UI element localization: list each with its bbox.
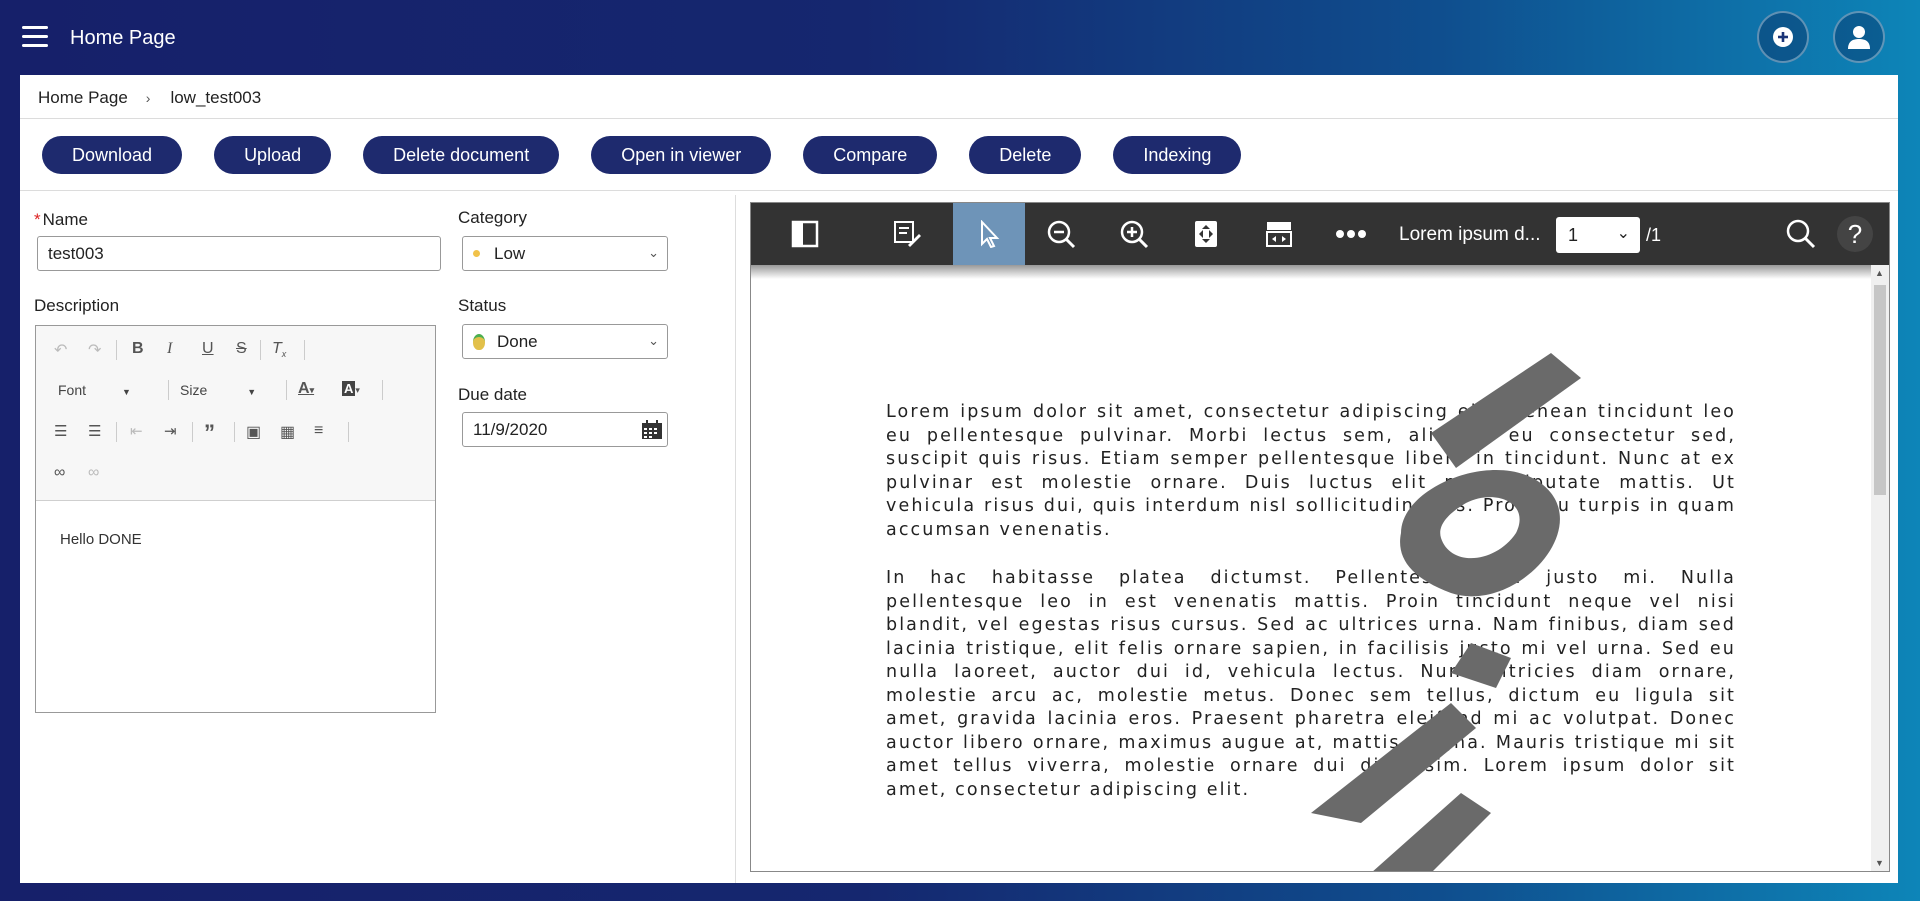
open-in-viewer-button[interactable]: Open in viewer bbox=[591, 136, 772, 174]
download-button[interactable]: Download bbox=[42, 136, 183, 174]
annotate-button[interactable] bbox=[871, 203, 943, 265]
status-label: Status bbox=[458, 296, 507, 315]
annotate-icon bbox=[894, 221, 921, 247]
user-button[interactable] bbox=[1833, 11, 1885, 63]
name-input[interactable] bbox=[37, 236, 441, 271]
bold-icon[interactable]: B bbox=[132, 340, 144, 358]
editor-toolbar: ↶ ↷ B I U S Tx Font ▼ Size ▼ A▾ A ▾ ☰ ☰ ⇤ ⇥… bbox=[36, 326, 435, 501]
rich-text-editor: ↶ ↷ B I U S Tx Font ▼ Size ▼ A▾ A ▾ ☰ ☰ ⇤ ⇥… bbox=[35, 325, 436, 713]
blockquote-icon[interactable]: ” bbox=[204, 420, 215, 446]
description-label: Description bbox=[34, 296, 120, 315]
due-date-input[interactable]: 11/9/2020 bbox=[462, 412, 668, 447]
redo-icon[interactable]: ↷ bbox=[88, 340, 101, 360]
calendar-icon[interactable] bbox=[641, 420, 663, 440]
help-icon: ? bbox=[1837, 216, 1873, 252]
chevron-down-icon: ⌄ bbox=[648, 245, 659, 260]
divider bbox=[20, 118, 1898, 119]
search-icon bbox=[1786, 219, 1816, 249]
compare-button[interactable]: Compare bbox=[803, 136, 938, 174]
select-tool-button[interactable] bbox=[953, 203, 1025, 265]
outdent-icon[interactable]: ⇤ bbox=[130, 422, 143, 440]
breadcrumb-home[interactable]: Home Page bbox=[38, 88, 128, 108]
top-bar: Home Page bbox=[0, 0, 1920, 75]
category-select[interactable]: Low ⌄ bbox=[462, 236, 668, 271]
italic-icon[interactable]: I bbox=[167, 340, 172, 358]
chevron-down-icon: ⌄ bbox=[648, 333, 659, 348]
upload-button[interactable]: Upload bbox=[214, 136, 332, 174]
action-bar: Download Upload Delete document Open in … bbox=[42, 136, 1273, 174]
underline-icon[interactable]: U bbox=[202, 340, 214, 358]
due-date-label: Due date bbox=[458, 385, 527, 404]
chevron-down-icon: ⌄ bbox=[1616, 225, 1630, 242]
caret-down-icon: ▼ bbox=[122, 387, 131, 397]
image-icon[interactable]: ▣ bbox=[246, 422, 261, 442]
page-number-select[interactable]: 1 ⌄ bbox=[1556, 217, 1640, 253]
scroll-thumb[interactable] bbox=[1874, 285, 1886, 495]
zoom-in-button[interactable] bbox=[1098, 203, 1170, 265]
add-button[interactable] bbox=[1757, 11, 1809, 63]
zoom-out-button[interactable] bbox=[1025, 203, 1097, 265]
delete-button[interactable]: Delete bbox=[969, 136, 1082, 174]
background-color-icon[interactable]: A ▾ bbox=[342, 380, 360, 398]
divider bbox=[20, 190, 1898, 191]
document-name: Lorem ipsum d... bbox=[1399, 224, 1541, 245]
category-label: Category bbox=[458, 208, 527, 227]
status-select[interactable]: Done ⌄ bbox=[462, 324, 668, 359]
main-panel: Home Page › low_test003 Download Upload … bbox=[20, 75, 1898, 883]
fit-page-icon bbox=[1195, 221, 1217, 247]
sidebar-toggle-button[interactable] bbox=[769, 203, 841, 265]
column-divider bbox=[735, 195, 736, 883]
undo-icon[interactable]: ↶ bbox=[54, 340, 67, 360]
fit-width-icon bbox=[1266, 222, 1292, 247]
more-icon bbox=[1336, 230, 1366, 238]
app-title: Home Page bbox=[70, 27, 176, 49]
fit-width-button[interactable] bbox=[1243, 203, 1315, 265]
indent-icon[interactable]: ⇥ bbox=[164, 422, 177, 440]
user-icon bbox=[1848, 26, 1870, 49]
chevron-right-icon: › bbox=[145, 90, 151, 106]
font-dropdown[interactable]: Font ▼ bbox=[58, 382, 131, 398]
size-dropdown[interactable]: Size ▼ bbox=[180, 382, 256, 398]
panel-icon bbox=[791, 220, 819, 248]
table-icon[interactable]: ▦ bbox=[280, 422, 295, 442]
plus-circle-icon bbox=[1773, 27, 1793, 47]
done-medal-icon bbox=[473, 333, 485, 350]
document-viewer: Lorem ipsum d... 1 ⌄ /1 ? Lorem ipsum do… bbox=[750, 202, 1890, 872]
indexing-button[interactable]: Indexing bbox=[1113, 136, 1242, 174]
scroll-up-icon[interactable]: ▲ bbox=[1875, 268, 1884, 278]
document-paragraph: In hac habitasse platea dictumst. Pellen… bbox=[886, 568, 1736, 800]
breadcrumb: Home Page › low_test003 bbox=[38, 88, 261, 108]
viewer-toolbar: Lorem ipsum d... 1 ⌄ /1 ? bbox=[751, 203, 1889, 265]
zoom-out-icon bbox=[1047, 220, 1076, 249]
editor-content[interactable]: Hello DONE bbox=[36, 501, 435, 578]
zoom-in-icon bbox=[1120, 220, 1149, 249]
svg-text:?: ? bbox=[1848, 219, 1862, 249]
more-options-button[interactable] bbox=[1315, 203, 1387, 265]
fit-page-button[interactable] bbox=[1170, 203, 1242, 265]
document-paragraph: Lorem ipsum dolor sit amet, consectetur … bbox=[886, 402, 1736, 540]
name-label: * Name bbox=[34, 210, 88, 229]
horizontal-line-icon[interactable]: ≡ bbox=[314, 422, 323, 440]
unlink-icon[interactable]: ∞ bbox=[88, 464, 99, 482]
scroll-down-icon[interactable]: ▼ bbox=[1875, 858, 1884, 868]
numbered-list-icon[interactable]: ☰ bbox=[54, 422, 67, 440]
priority-dot-icon bbox=[473, 250, 480, 257]
help-button[interactable]: ? bbox=[1819, 203, 1889, 265]
cursor-icon bbox=[981, 220, 1000, 248]
link-icon[interactable]: ∞ bbox=[54, 464, 65, 482]
clear-format-icon[interactable]: Tx bbox=[272, 340, 286, 359]
document-page: Lorem ipsum dolor sit amet, consectetur … bbox=[886, 401, 1736, 827]
strikethrough-icon[interactable]: S bbox=[236, 340, 247, 358]
page-total: /1 bbox=[1646, 225, 1662, 245]
viewer-scrollbar[interactable]: ▲ ▼ bbox=[1871, 265, 1889, 871]
delete-document-button[interactable]: Delete document bbox=[363, 136, 560, 174]
bulleted-list-icon[interactable]: ☰ bbox=[88, 422, 101, 440]
caret-down-icon: ▼ bbox=[247, 387, 257, 397]
text-color-icon[interactable]: A▾ bbox=[298, 380, 314, 398]
menu-icon[interactable] bbox=[22, 26, 48, 48]
breadcrumb-current: low_test003 bbox=[170, 88, 262, 107]
